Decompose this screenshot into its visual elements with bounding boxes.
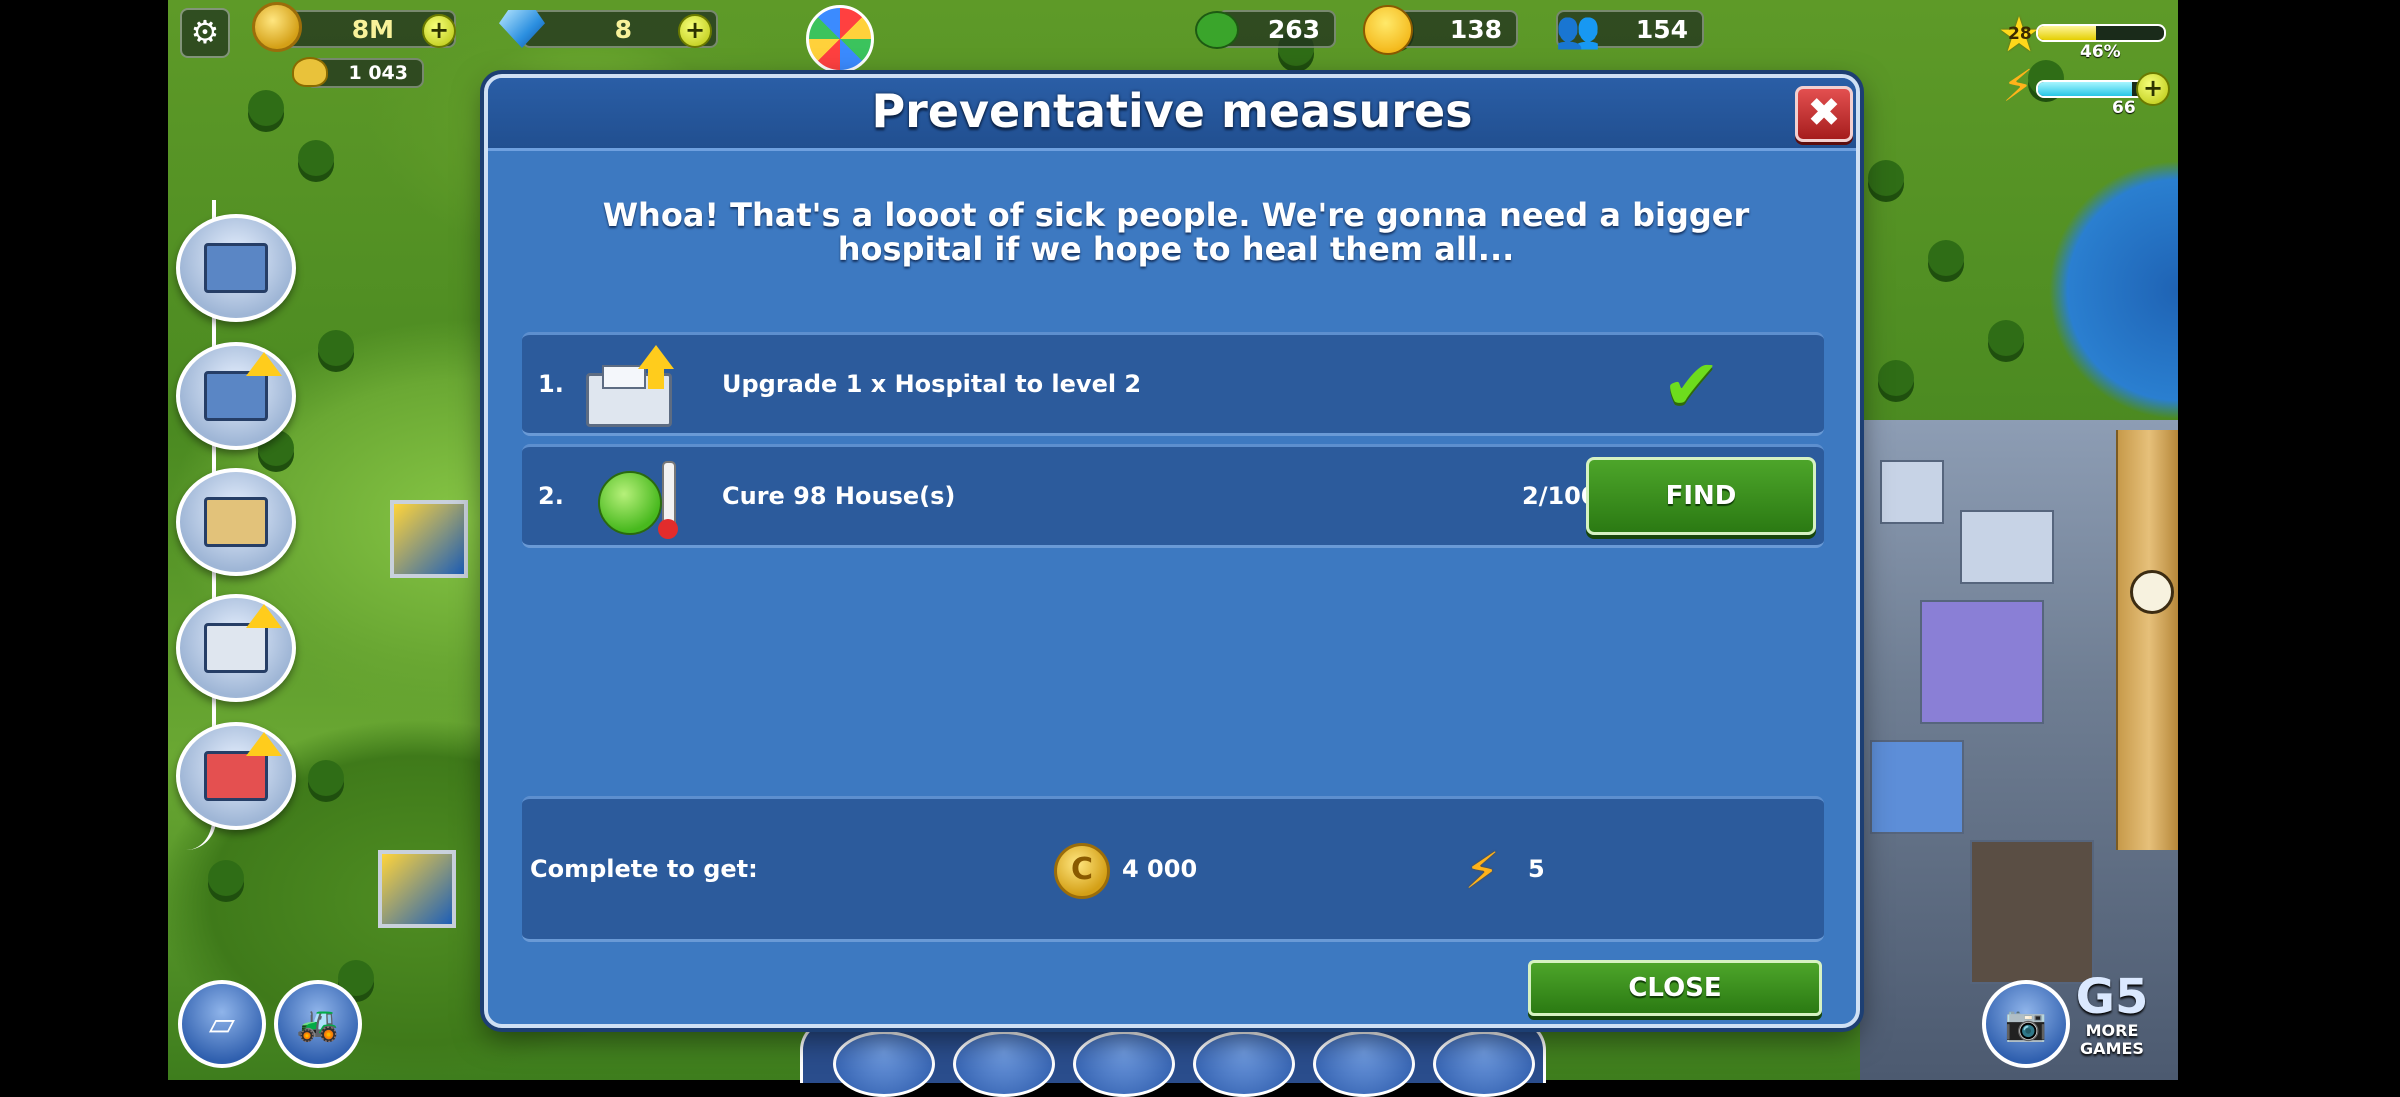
build-menu-item-upgrade-hospital[interactable] [176,594,296,702]
energy-progress-bar [2036,80,2150,98]
water-area [2048,160,2178,420]
wheel-of-fortune-icon[interactable] [804,5,876,73]
reward-panel: Complete to get: C 4 000 ⚡ 5 [522,796,1824,942]
build-menu-item-upgrade-house[interactable] [176,342,296,450]
task-label: Cure 98 House(s) [722,482,956,510]
add-gems-button[interactable]: + [678,14,712,48]
tree-decoration [1988,320,2024,356]
xp-bolt-icon: ⚡ [1464,842,1500,900]
xp-fill [2038,26,2096,40]
close-button[interactable]: CLOSE [1528,960,1822,1016]
gem-icon [492,4,552,54]
coins-icon [250,2,304,52]
add-energy-button[interactable]: + [2136,72,2170,106]
quest-dialog: Preventative measures ✖ Whoa! That's a l… [484,74,1860,1028]
upgrade-arrow-icon [246,604,282,628]
reward-coins-value: 4 000 [1122,855,1198,883]
dialog-title: Preventative measures [871,84,1473,138]
road-tool-button[interactable]: ▱ [178,980,266,1068]
xp-progress-bar [2036,24,2166,42]
cinema-building[interactable] [1920,600,2044,724]
building[interactable] [1960,510,2054,584]
level-value: 28 [2008,24,2032,44]
smiley-icon [1362,4,1414,56]
tree-decoration [298,140,334,176]
bulldozer-button[interactable]: 🚜 [274,980,362,1068]
toolbar-button[interactable] [1193,1031,1295,1097]
task-row: 2. Cure 98 House(s) 2/100 FIND [522,444,1824,548]
upgrade-arrow-icon [246,352,282,376]
tree-decoration [208,860,244,896]
reward-label: Complete to get: [530,855,758,883]
tree-decoration [308,760,344,796]
tree-decoration [1868,160,1904,196]
population-value: 154 [1635,14,1688,44]
clock-face [2130,570,2174,614]
hospital-upgrade-icon [204,623,268,673]
dialog-intro-text: Whoa! That's a looot of sick people. We'… [602,196,1750,268]
find-button[interactable]: FIND [1586,457,1816,535]
factory-building[interactable] [1970,840,2094,984]
settings-gear-icon[interactable]: ⚙ [180,8,230,58]
add-coins-button[interactable]: + [422,14,456,48]
energy-fill [2038,82,2132,96]
task-number: 1. [538,370,564,398]
billboard[interactable] [378,850,456,928]
trees-value: 263 [1267,14,1320,44]
tree-decoration [1878,360,1914,396]
coin-icon: C [1054,843,1110,899]
building-icon [204,497,268,547]
toolbar-button[interactable] [1073,1031,1175,1097]
toolbar-button[interactable] [953,1031,1055,1097]
money-bag-icon [290,52,330,92]
task-label: Upgrade 1 x Hospital to level 2 [722,370,1142,398]
bonus-value: 1 043 [348,62,409,84]
upgrade-arrow-icon [246,732,282,756]
energy-bolt-icon: ⚡ [2002,60,2034,112]
g5-logo: G5 [2075,969,2149,1025]
camera-button[interactable]: 📷 [1982,980,2070,1068]
billboard[interactable] [390,500,468,578]
house-icon [204,243,268,293]
fire-station-upgrade-icon [204,751,268,801]
checkmark-icon: ✔ [1662,344,1721,426]
house-upgrade-icon [204,371,268,421]
xp-percent: 46% [2080,42,2121,62]
tree-decoration [1928,240,1964,276]
coins-value: 8M [351,14,394,44]
task-number: 2. [538,482,564,510]
tree-icon [1192,6,1242,54]
building[interactable] [1880,460,1944,524]
build-menu-item-shop[interactable] [176,468,296,576]
people-icon: 👥 [1555,10,1601,51]
sick-face-icon [580,455,680,541]
build-menu-item-upgrade-fire-station[interactable] [176,722,296,830]
gems-value: 8 [614,14,632,44]
building[interactable] [1870,740,1964,834]
tree-decoration [248,90,284,126]
more-games-button[interactable]: G5 MORE GAMES [2066,972,2158,1072]
tree-decoration [318,330,354,366]
hospital-upgrade-icon [580,343,680,429]
toolbar-button[interactable] [1313,1031,1415,1097]
reward-xp-value: 5 [1528,855,1545,883]
build-menu-item-houses[interactable] [176,214,296,322]
close-x-button[interactable]: ✖ [1795,86,1853,142]
toolbar-button[interactable] [1433,1031,1535,1097]
task-row: 1. Upgrade 1 x Hospital to level 2 ✔ [522,332,1824,436]
happiness-value: 138 [1449,14,1502,44]
more-games-label-2: GAMES [2080,1039,2144,1058]
bottom-toolbar [800,1020,1546,1097]
toolbar-button[interactable] [833,1031,935,1097]
energy-value: 66 [2112,98,2136,118]
clock-tower[interactable] [2116,430,2178,850]
